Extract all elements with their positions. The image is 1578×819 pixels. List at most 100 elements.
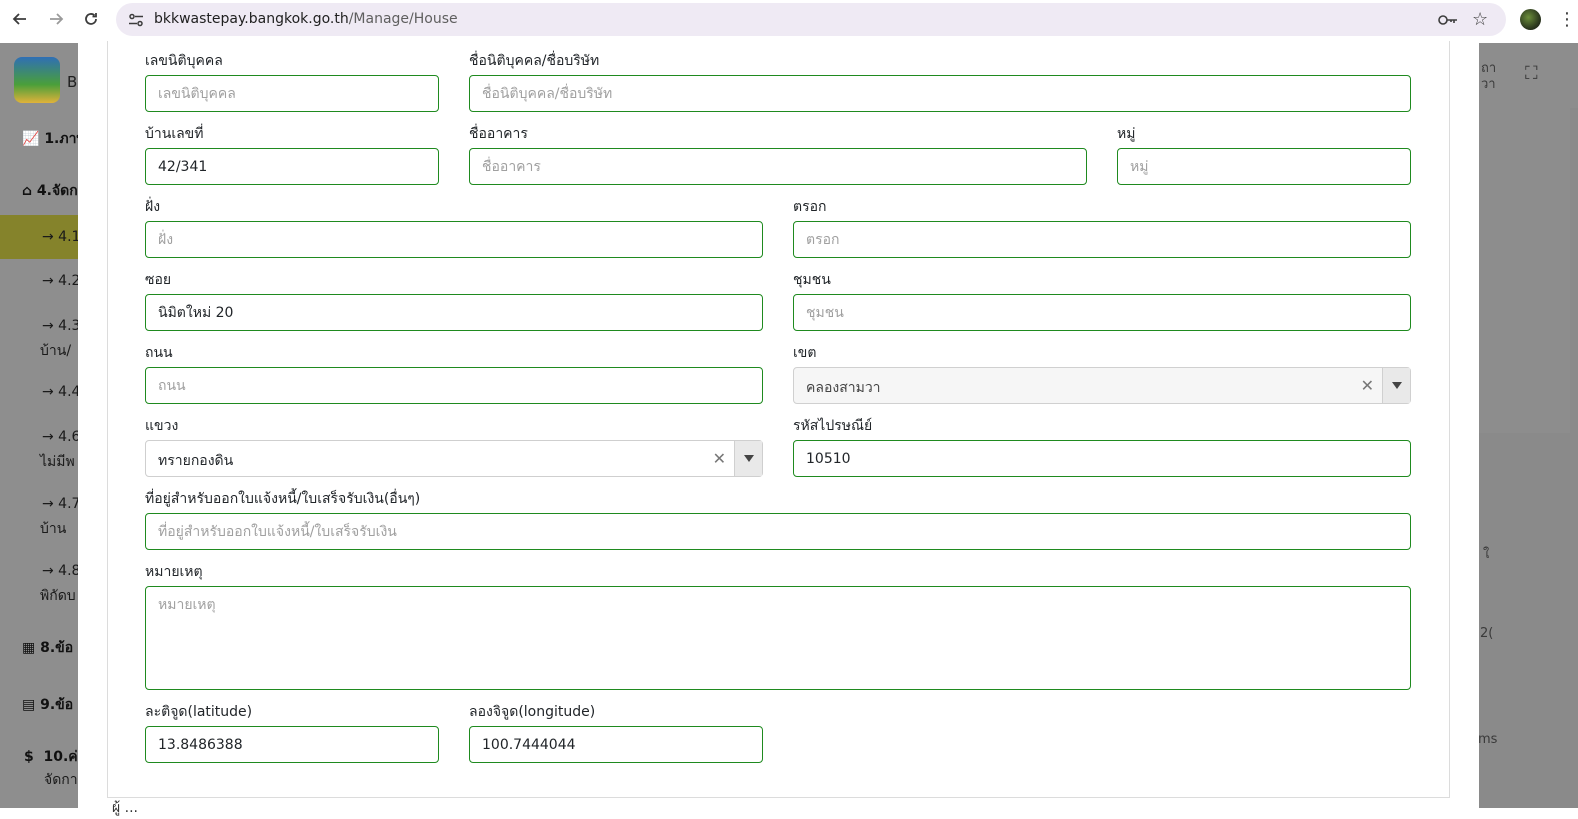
billing-address-label: ที่อยู่สำหรับออกใบแจ้งหนี้/ใบเสร็จรับเงิ… [145,491,421,507]
sidebar-sub-4-4[interactable]: → 4.4 [42,384,80,400]
sidebar-item-label: 4.จัดก [36,183,78,199]
forward-icon[interactable] [44,7,68,31]
community-label: ชุมชน [793,272,831,288]
company-name-input[interactable] [469,75,1411,112]
district-selected-value: คลองสามวา [806,380,881,396]
reload-icon[interactable] [79,7,103,31]
sidebar-item-label: 9.ข้อ [40,697,74,713]
bookmark-star-icon[interactable]: ☆ [1472,9,1488,30]
fang-input[interactable] [145,221,763,258]
latitude-input[interactable] [145,726,439,763]
sidebar-item-9[interactable]: ▤ 9.ข้อ [22,694,73,716]
latitude-label: ละติจูด(latitude) [145,704,253,720]
field-juristic-id: เลขนิติบุคคล [145,51,439,112]
qr-icon: ▦ [22,640,36,656]
url-host: bkkwastepay.bangkok.go.th [154,11,349,27]
back-icon[interactable] [8,7,32,31]
sidebar-item-1[interactable]: 📈 1.ภาพ [22,128,86,150]
field-subdistrict: แขวง ทรายกองดิน ✕ [145,416,763,477]
trok-input[interactable] [793,221,1411,258]
sidebar-item-label: 8.ข้อ [40,640,74,656]
building-label: ชื่ออาคาร [469,126,528,142]
longitude-input[interactable] [469,726,763,763]
postcode-label: รหัสไปรษณีย์ [793,418,873,434]
app-logo [14,57,60,103]
field-billing-address: ที่อยู่สำหรับออกใบแจ้งหนี้/ใบเสร็จรับเงิ… [145,489,1411,550]
house-no-label: บ้านเลขที่ [145,126,204,142]
soi-input[interactable] [145,294,763,331]
field-district: เขต คลองสามวา ✕ [793,343,1411,404]
cut-off-section-label: ผู้ ... [112,800,139,816]
road-input[interactable] [145,367,763,404]
sidebar-sub-4-6[interactable]: → 4.6 [42,429,80,445]
app-title: B [67,73,78,91]
home-icon: ⌂ [22,183,33,199]
clear-x-icon[interactable]: ✕ [713,449,726,468]
sidebar-item-10[interactable]: $ 10.ค่า [24,746,86,768]
billing-address-input[interactable] [145,513,1411,550]
field-house-no: บ้านเลขที่ [145,124,439,185]
moo-label: หมู่ [1117,126,1136,142]
field-remark: หมายเหตุ [145,562,1411,694]
dropdown-toggle[interactable] [1382,368,1410,403]
sidebar-sub-4-7-cont: บ้าน [40,521,67,537]
field-longitude: ลองจิจูด(longitude) [469,702,763,763]
sidebar-sub-4-3[interactable]: → 4.3 [42,318,80,334]
community-input[interactable] [793,294,1411,331]
sidebar-sub-4-8[interactable]: → 4.8 [42,563,80,579]
subdistrict-label: แขวง [145,418,179,434]
subdistrict-select[interactable]: ทรายกองดิน ✕ [145,440,763,477]
url-path: /Manage/House [348,11,458,27]
field-postcode: รหัสไปรษณีย์ [793,416,1411,477]
remark-label: หมายเหตุ [145,564,203,580]
clear-x-icon[interactable]: ✕ [1361,376,1374,395]
juristic-id-input[interactable] [145,75,439,112]
chart-icon: 📈 [22,131,40,147]
dollar-icon: $ [24,749,34,765]
sidebar-sub-4-2[interactable]: → 4.2 [42,273,80,289]
field-moo: หมู่ [1117,124,1411,185]
longitude-label: ลองจิจูด(longitude) [469,704,596,720]
sidebar-sub-4-7[interactable]: → 4.7 [42,496,80,512]
sidebar-sub-4-6-cont: ไม่มีพ [40,454,75,470]
house-no-input[interactable] [145,148,439,185]
company-name-label: ชื่อนิติบุคคล/ชื่อบริษัท [469,53,600,69]
moo-input[interactable] [1117,148,1411,185]
right-bg-text: วา [1481,77,1496,92]
fullscreen-icon[interactable]: ⛶ [1525,63,1538,84]
building-input[interactable] [469,148,1087,185]
remark-textarea[interactable] [145,586,1411,690]
district-select[interactable]: คลองสามวา ✕ [793,367,1411,404]
caret-down-icon [1392,382,1402,389]
browser-toolbar: bkkwastepay.bangkok.go.th/Manage/House ☆… [0,0,1578,40]
caret-down-icon [744,455,754,462]
dropdown-toggle[interactable] [734,441,762,476]
field-latitude: ละติจูด(latitude) [145,702,439,763]
soi-label: ซอย [145,272,172,288]
trok-label: ตรอก [793,199,827,215]
right-bg-text: ms [1478,732,1498,747]
field-company-name: ชื่อนิติบุคคล/ชื่อบริษัท [469,51,1411,112]
field-fang: ฝั่ง [145,197,763,258]
site-info-icon[interactable] [128,12,144,31]
sidebar-item-8[interactable]: ▦ 8.ข้อ [22,637,73,659]
url-text: bkkwastepay.bangkok.go.th/Manage/House [154,11,458,27]
postcode-input[interactable] [793,440,1411,477]
menu-kebab-icon[interactable]: ⋮ [1558,9,1576,30]
sidebar-item-4[interactable]: ⌂ 4.จัดก [22,180,78,202]
password-key-icon[interactable] [1438,12,1458,31]
field-trok: ตรอก [793,197,1411,258]
juristic-id-label: เลขนิติบุคคล [145,53,223,69]
sidebar-sub-4-1[interactable]: → 4.1 [42,229,80,245]
field-soi: ซอย [145,270,763,331]
field-road: ถนน [145,343,763,404]
address-bar[interactable]: bkkwastepay.bangkok.go.th/Manage/House ☆ [116,3,1506,36]
field-community: ชุมชน [793,270,1411,331]
book-icon: ▤ [22,697,36,713]
fang-label: ฝั่ง [145,199,161,215]
field-building: ชื่ออาคาร [469,124,1087,185]
subdistrict-selected-value: ทรายกองดิน [158,453,234,469]
right-bg-text: 2( [1480,626,1494,641]
profile-avatar[interactable] [1520,9,1541,30]
sidebar-sub-4-3-cont: บ้าน/ [40,343,72,359]
